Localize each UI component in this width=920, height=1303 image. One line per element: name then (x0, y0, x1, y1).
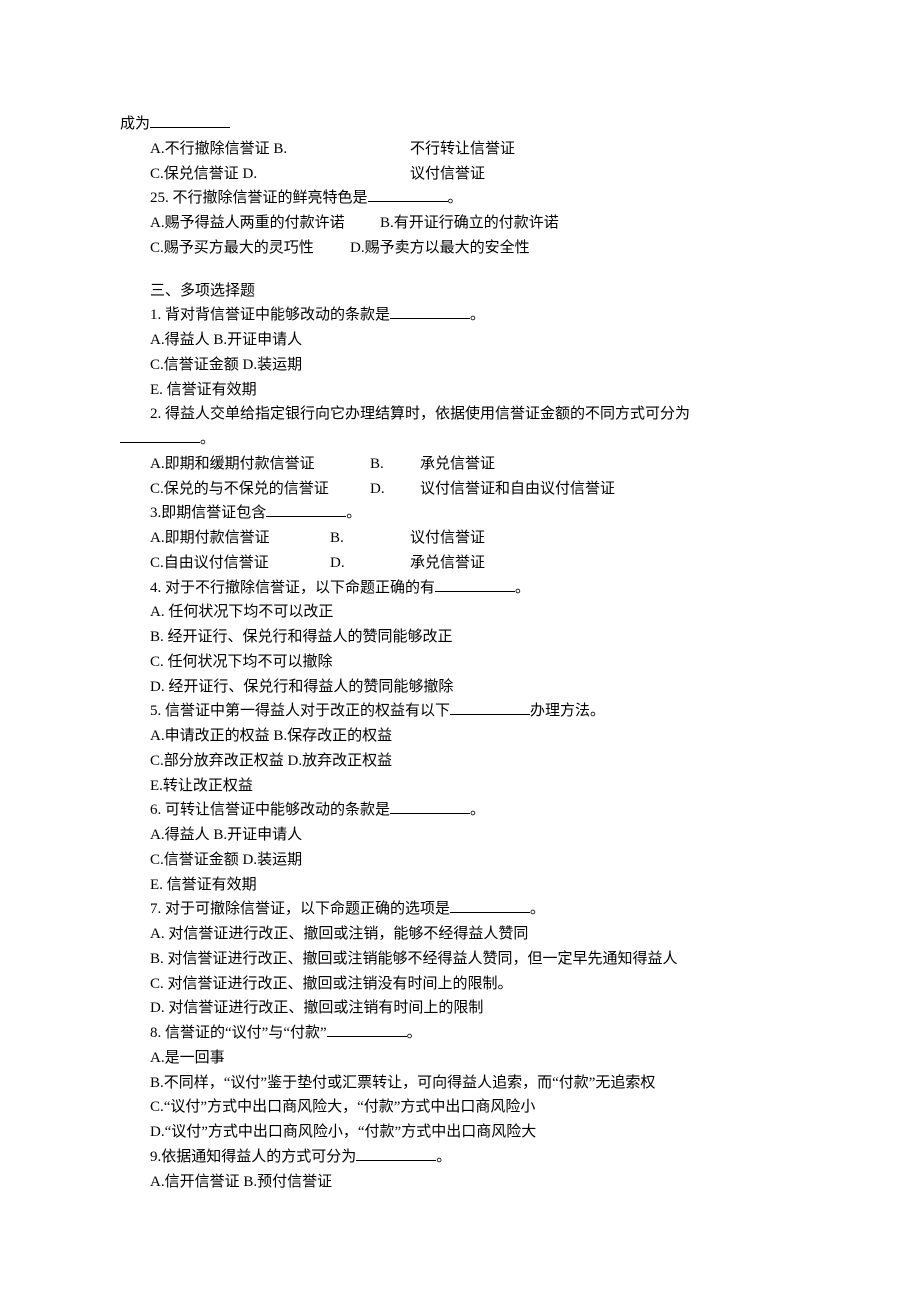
opt-b: 不行转让信誉证 (410, 141, 515, 157)
opt-a: A.即期付款信誉证 (150, 526, 330, 551)
blank (450, 701, 530, 716)
opt-a: A.赐予得益人两重的付款许诺 (150, 211, 380, 236)
m8-stem: 8. 信誉证的“议付”与“付款” 。 (120, 1021, 800, 1046)
text: 成为 (120, 116, 150, 132)
text: 7. 对于可撤除信誉证，以下命题正确的选项是 (150, 901, 450, 917)
option-row: B. 对信誉证进行改正、撤回或注销能够不经得益人赞同，但一定早先通知得益人 (120, 947, 800, 972)
text: 。 (436, 1149, 451, 1165)
text: 。 (200, 431, 215, 447)
opt-b-label: B. (370, 452, 420, 477)
option-row: A.是一回事 (120, 1046, 800, 1071)
option-row: B. 经开证行、保兑行和得益人的赞同能够改正 (120, 625, 800, 650)
text: 25. 不行撤除信誉证的鲜亮特色是 (150, 190, 368, 206)
blank (150, 114, 230, 129)
m9-stem: 9.依据通知得益人的方式可分为 。 (120, 1145, 800, 1170)
opt-a: A.即期和缓期付款信誉证 (150, 452, 370, 477)
blank (266, 503, 346, 518)
m1-stem: 1. 背对背信誉证中能够改动的条款是 。 (120, 303, 800, 328)
option-row: C.信誉证金额 D.装运期 (120, 353, 800, 378)
text: 。 (515, 580, 530, 596)
text: 办理方法。 (530, 703, 605, 719)
opt-d-label: D. (370, 477, 420, 502)
opt-b-label: B. (330, 526, 410, 551)
opt-c: C.自由议付信誉证 (150, 551, 330, 576)
text: 。 (407, 1025, 422, 1041)
option-row: E. 信誉证有效期 (120, 378, 800, 403)
option-row: D. 经开证行、保兑行和得益人的赞同能够撤除 (120, 675, 800, 700)
blank (450, 899, 530, 914)
option-row: E. 信誉证有效期 (120, 873, 800, 898)
blank (327, 1023, 407, 1038)
option-row: C.保兑的与不保兑的信誉证D.议付信誉证和自由议付信誉证 (120, 477, 800, 502)
opt-c: C.保兑信誉证 D. (150, 162, 410, 187)
opt-d-label: D. (330, 551, 410, 576)
option-row: C.保兑信誉证 D.议付信誉证 (120, 162, 800, 187)
opt-c: C.赐予买方最大的灵巧性 (150, 236, 350, 261)
text: 4. 对于不行撤除信誉证，以下命题正确的有 (150, 580, 435, 596)
blank (120, 429, 200, 444)
opt-b: 议付信誉证 (410, 530, 485, 546)
option-row: C.赐予买方最大的灵巧性D.赐予卖方以最大的安全性 (120, 236, 800, 261)
section-heading: 三、多项选择题 (120, 279, 800, 304)
option-row: A.得益人 B.开证申请人 (120, 823, 800, 848)
blank (390, 305, 470, 320)
text: 。 (448, 190, 463, 206)
text: 9.依据通知得益人的方式可分为 (150, 1149, 356, 1165)
opt-c: C.保兑的与不保兑的信誉证 (150, 477, 370, 502)
blank (390, 800, 470, 815)
opt-a: A.不行撤除信誉证 B. (150, 137, 410, 162)
opt-d: 承兑信誉证 (410, 555, 485, 571)
opt-d: 议付信誉证和自由议付信誉证 (420, 481, 615, 497)
m6-stem: 6. 可转让信誉证中能够改动的条款是 。 (120, 798, 800, 823)
intro-line: 成为 (120, 112, 800, 137)
option-row: C.“议付”方式中出口商风险大，“付款”方式中出口商风险小 (120, 1095, 800, 1120)
text: 。 (470, 802, 485, 818)
option-row: A.赐予得益人两重的付款许诺B.有开证行确立的付款许诺 (120, 211, 800, 236)
option-row: C. 对信誉证进行改正、撤回或注销没有时间上的限制。 (120, 972, 800, 997)
option-row: C.部分放弃改正权益 D.放弃改正权益 (120, 749, 800, 774)
option-row: C.自由议付信誉证D.承兑信誉证 (120, 551, 800, 576)
text: 。 (346, 505, 361, 521)
text: 8. 信誉证的“议付”与“付款” (150, 1025, 327, 1041)
option-row: E.转让改正权益 (120, 774, 800, 799)
text: 。 (470, 307, 485, 323)
opt-d: D.赐予卖方以最大的安全性 (350, 240, 530, 256)
m3-stem: 3.即期信誉证包含 。 (120, 501, 800, 526)
text: 。 (530, 901, 545, 917)
document-page: 成为 A.不行撤除信誉证 B.不行转让信誉证 C.保兑信誉证 D.议付信誉证 2… (0, 0, 920, 1303)
option-row: D. 对信誉证进行改正、撤回或注销有时间上的限制 (120, 996, 800, 1021)
option-row: B.不同样，“议付”鉴于垫付或汇票转让，可向得益人追索，而“付款”无追索权 (120, 1071, 800, 1096)
blank (356, 1146, 436, 1161)
option-row: A.即期和缓期付款信誉证B.承兑信誉证 (120, 452, 800, 477)
option-row: C.信誉证金额 D.装运期 (120, 848, 800, 873)
option-row: C. 任何状况下均不可以撤除 (120, 650, 800, 675)
m7-stem: 7. 对于可撤除信誉证，以下命题正确的选项是 。 (120, 897, 800, 922)
q25-stem: 25. 不行撤除信誉证的鲜亮特色是 。 (120, 186, 800, 211)
m2-stem: 2. 得益人交单给指定银行向它办理结算时，依据使用信誉证金额的不同方式可分为 (120, 402, 800, 427)
option-row: A. 对信誉证进行改正、撤回或注销，能够不经得益人赞同 (120, 922, 800, 947)
text: 1. 背对背信誉证中能够改动的条款是 (150, 307, 390, 323)
opt-b: B.有开证行确立的付款许诺 (380, 215, 559, 231)
m4-stem: 4. 对于不行撤除信誉证，以下命题正确的有 。 (120, 576, 800, 601)
option-row: A. 任何状况下均不可以改正 (120, 600, 800, 625)
blank (368, 188, 448, 203)
option-row: D.“议付”方式中出口商风险小，“付款”方式中出口商风险大 (120, 1120, 800, 1145)
text: 6. 可转让信誉证中能够改动的条款是 (150, 802, 390, 818)
option-row: A.不行撤除信誉证 B.不行转让信誉证 (120, 137, 800, 162)
text: 5. 信誉证中第一得益人对于改正的权益有以下 (150, 703, 450, 719)
opt-d: 议付信誉证 (410, 166, 485, 182)
m2-stem-tail: 。 (120, 427, 800, 452)
text: 3.即期信誉证包含 (150, 505, 266, 521)
option-row: A.申请改正的权益 B.保存改正的权益 (120, 724, 800, 749)
option-row: A.得益人 B.开证申请人 (120, 328, 800, 353)
option-row: A.即期付款信誉证B.议付信誉证 (120, 526, 800, 551)
blank (435, 577, 515, 592)
opt-b: 承兑信誉证 (420, 456, 495, 472)
m5-stem: 5. 信誉证中第一得益人对于改正的权益有以下 办理方法。 (120, 699, 800, 724)
option-row: A.信开信誉证 B.预付信誉证 (120, 1170, 800, 1195)
